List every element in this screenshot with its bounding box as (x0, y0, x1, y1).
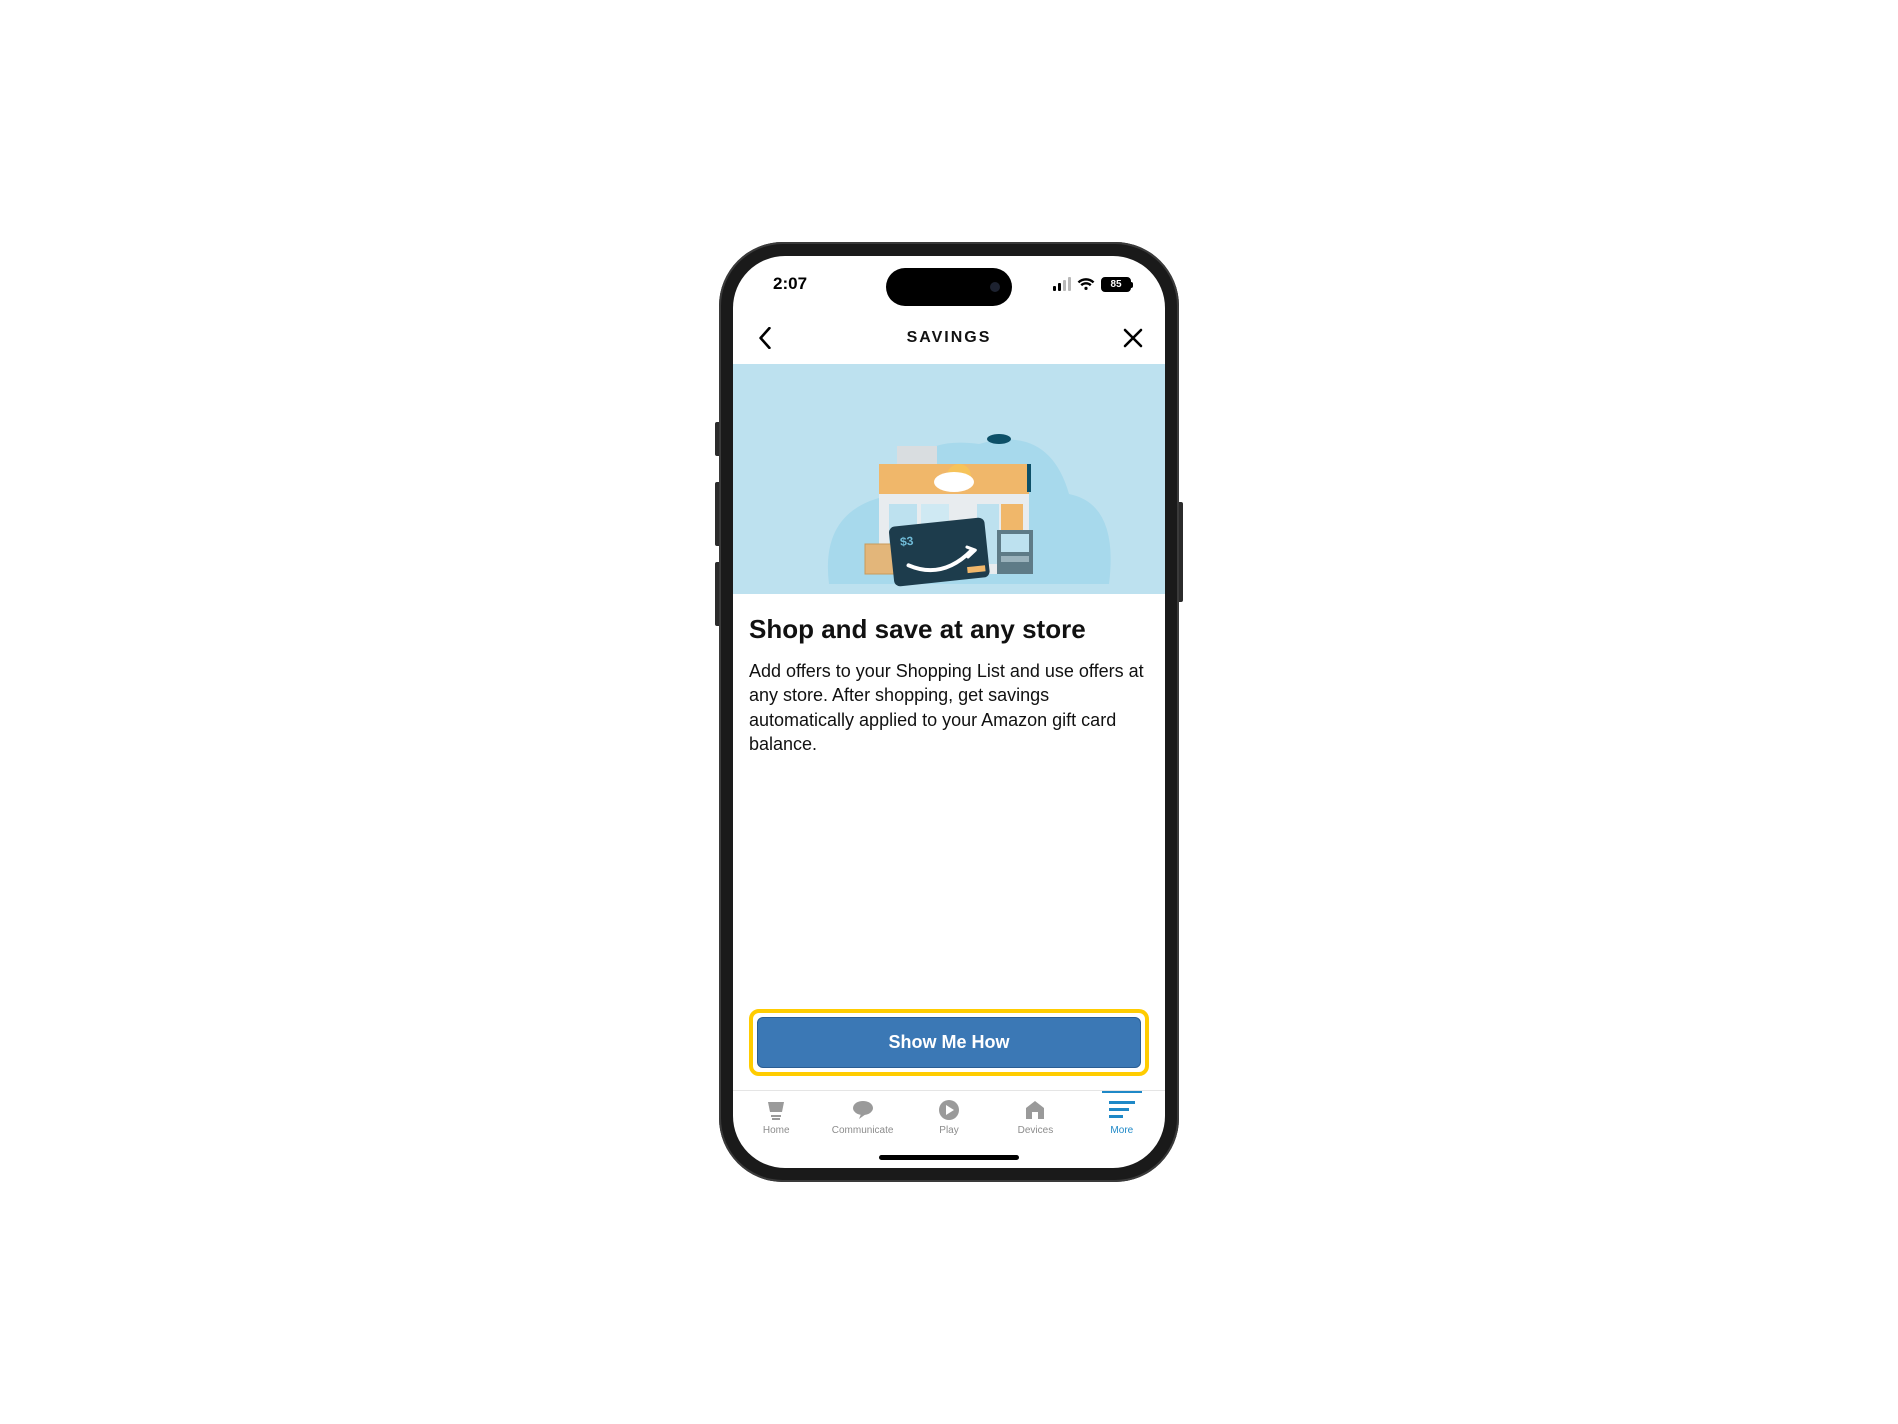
show-me-how-button[interactable]: Show Me How (757, 1017, 1141, 1068)
phone-volume-up (715, 482, 719, 546)
battery-level: 85 (1110, 279, 1121, 290)
cellular-signal-icon (1053, 277, 1071, 291)
home-icon (762, 1099, 790, 1121)
status-time: 2:07 (773, 274, 807, 294)
tab-more[interactable]: More (1079, 1099, 1165, 1136)
tab-label: Devices (1018, 1125, 1054, 1136)
chevron-left-icon (756, 327, 774, 349)
tab-active-indicator (1102, 1091, 1142, 1093)
chat-bubble-icon (849, 1099, 877, 1121)
hero-illustration: $3 (733, 364, 1165, 594)
content-body: Add offers to your Shopping List and use… (749, 659, 1149, 756)
close-button[interactable] (1119, 324, 1147, 352)
wifi-icon (1077, 277, 1095, 291)
content-area: Shop and save at any store Add offers to… (733, 594, 1165, 1090)
card-price: $3 (899, 534, 914, 549)
phone-screen: 2:07 85 (733, 256, 1165, 1168)
tab-label: Home (763, 1125, 790, 1136)
content-title: Shop and save at any store (749, 614, 1149, 645)
tab-label: Play (939, 1125, 958, 1136)
tab-label: More (1110, 1125, 1133, 1136)
phone-volume-down (715, 562, 719, 626)
cta-highlight: Show Me How (749, 1009, 1149, 1076)
phone-frame: 2:07 85 (719, 242, 1179, 1182)
cta-area: Show Me How (749, 1009, 1149, 1090)
tab-devices[interactable]: Devices (992, 1099, 1078, 1136)
tab-label: Communicate (832, 1125, 894, 1136)
menu-icon (1108, 1099, 1136, 1121)
page-title-nav: SAVINGS (907, 329, 992, 347)
dynamic-island (886, 268, 1012, 306)
status-right: 85 (1053, 277, 1131, 292)
close-icon (1123, 328, 1143, 348)
tab-home[interactable]: Home (733, 1099, 819, 1136)
phone-mute-switch (715, 422, 719, 456)
phone-power-button (1179, 502, 1183, 602)
back-button[interactable] (751, 324, 779, 352)
play-icon (935, 1099, 963, 1121)
devices-icon (1021, 1099, 1049, 1121)
battery-indicator: 85 (1101, 277, 1131, 292)
tab-play[interactable]: Play (906, 1099, 992, 1136)
home-indicator[interactable] (879, 1155, 1019, 1160)
tab-communicate[interactable]: Communicate (819, 1099, 905, 1136)
nav-bar: SAVINGS (733, 312, 1165, 364)
